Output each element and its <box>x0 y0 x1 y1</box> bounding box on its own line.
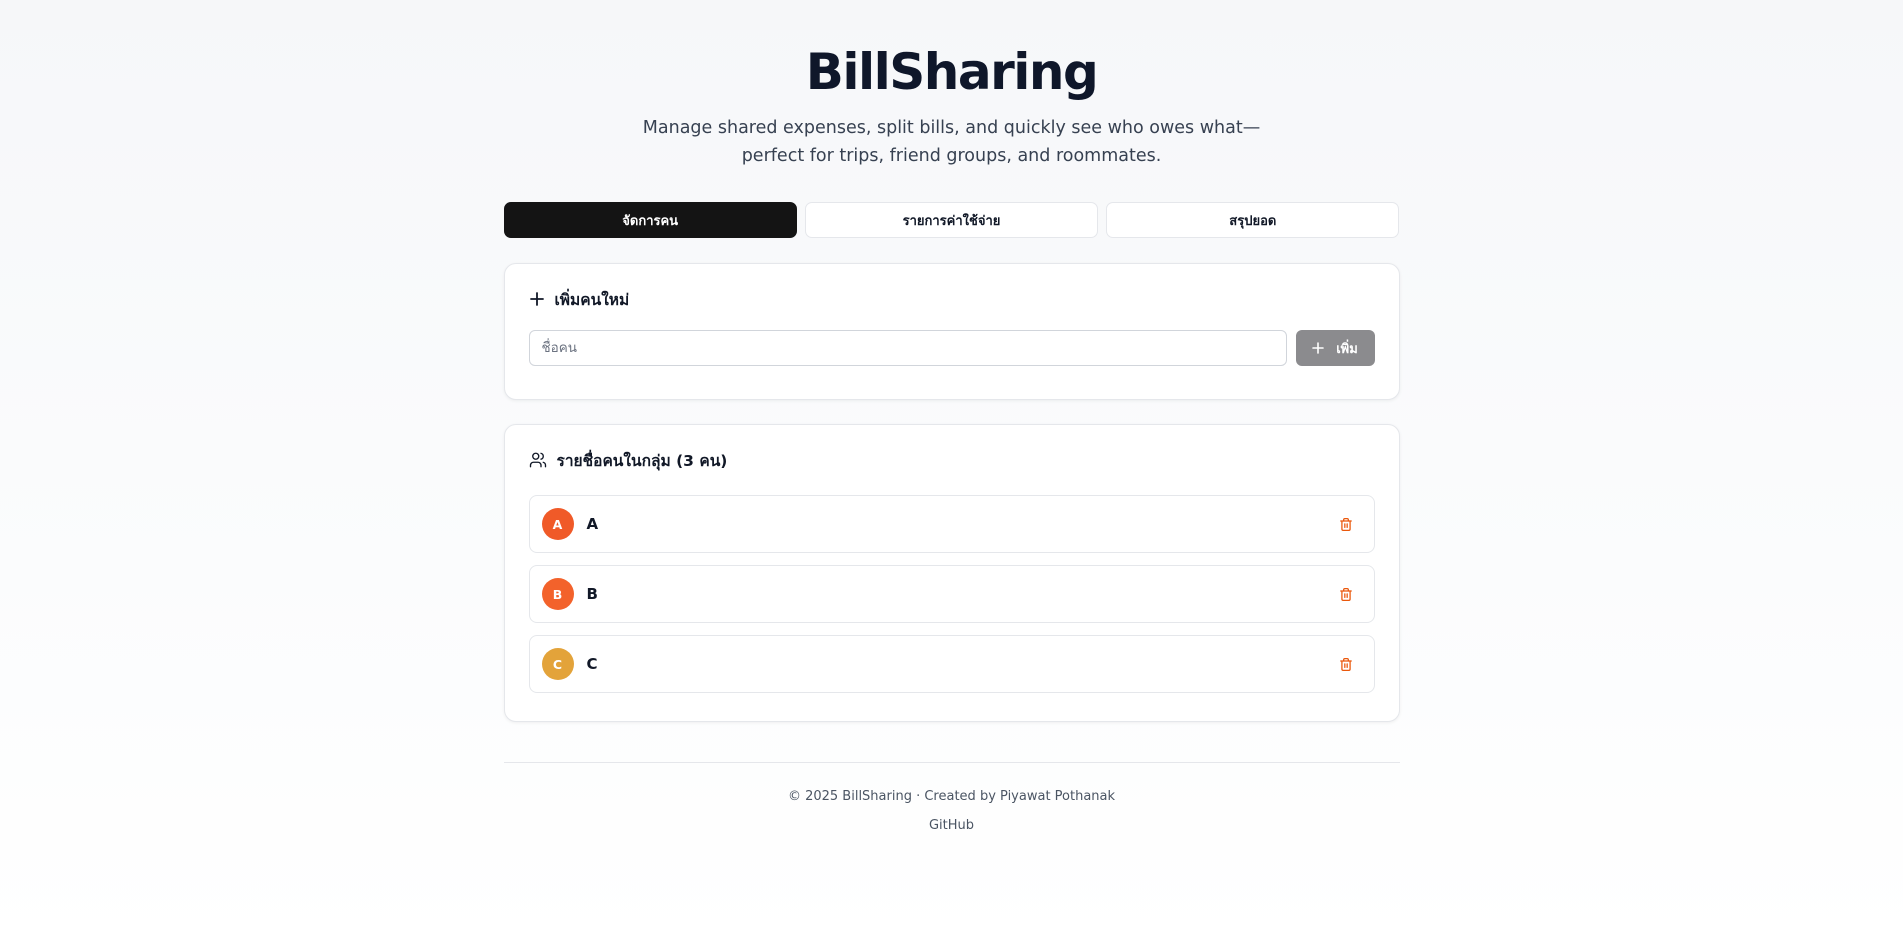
add-person-card: เพิ่มคนใหม่ เพิ่ม <box>503 263 1400 400</box>
people-list-card: รายชื่อคนในกลุ่ม (3 คน) A A B B C C <box>503 424 1400 722</box>
delete-person-button[interactable] <box>1330 648 1362 680</box>
footer-copyright: © 2025 BillSharing · Created by Piyawat … <box>787 789 1116 804</box>
person-row: C C <box>528 635 1375 693</box>
users-icon <box>529 451 547 469</box>
add-person-form: เพิ่ม <box>528 330 1375 366</box>
hero-header: BillSharing Manage shared expenses, spli… <box>504 0 1400 170</box>
github-link[interactable]: GitHub <box>929 818 974 833</box>
page-footer: © 2025 BillSharing · Created by Piyawat … <box>503 762 1400 833</box>
add-person-header: เพิ่มคนใหม่ <box>529 288 1375 310</box>
person-name: C <box>586 655 598 673</box>
app-container: BillSharing Manage shared expenses, spli… <box>503 0 1400 833</box>
delete-person-button[interactable] <box>1330 508 1362 540</box>
person-name: A <box>586 515 599 533</box>
person-row: B B <box>528 565 1375 623</box>
people-list-header: รายชื่อคนในกลุ่ม (3 คน) <box>529 449 1375 471</box>
add-person-button-label: เพิ่ม <box>1336 341 1358 357</box>
people-list: A A B B C C <box>528 495 1375 693</box>
tab-summary[interactable]: สรุปยอด <box>1106 202 1400 238</box>
person-name-input[interactable] <box>528 330 1287 366</box>
avatar: C <box>541 648 574 680</box>
avatar: B <box>541 578 574 610</box>
person-name: B <box>586 585 598 603</box>
plus-icon <box>529 291 545 307</box>
tab-expenses[interactable]: รายการค่าใช้จ่าย <box>804 202 1099 238</box>
app-title: BillSharing <box>805 43 1099 101</box>
add-person-heading: เพิ่มคนใหม่ <box>554 290 630 309</box>
main-tabs: จัดการคน รายการค่าใช้จ่าย สรุปยอด <box>503 202 1400 238</box>
app-subtitle: Manage shared expenses, split bills, and… <box>642 118 1261 166</box>
plus-icon <box>1312 342 1325 354</box>
trash-icon <box>1339 587 1353 602</box>
tab-manage-people[interactable]: จัดการคน <box>503 202 797 238</box>
add-person-button[interactable]: เพิ่ม <box>1295 330 1375 366</box>
delete-person-button[interactable] <box>1330 578 1362 610</box>
person-row: A A <box>528 495 1375 553</box>
trash-icon <box>1339 517 1353 532</box>
people-list-heading: รายชื่อคนในกลุ่ม (3 คน) <box>556 451 728 470</box>
avatar: A <box>541 508 574 540</box>
trash-icon <box>1339 657 1353 672</box>
